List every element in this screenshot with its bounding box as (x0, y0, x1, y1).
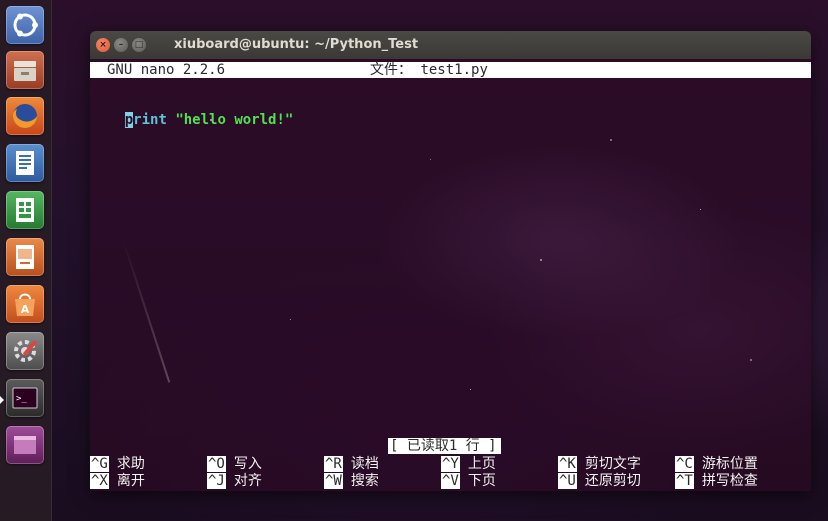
shortcut-key: ^G (90, 456, 109, 472)
svg-text:A: A (21, 303, 30, 316)
shortcut-item[interactable]: ^T 拼写检查 (675, 473, 758, 490)
firefox-icon[interactable] (6, 97, 44, 135)
shortcut-key: ^V (441, 473, 460, 489)
shortcut-label: 写入 (233, 456, 262, 472)
shortcut-key: ^O (207, 456, 226, 472)
shortcut-label: 还原剪切 (584, 473, 641, 489)
star (610, 139, 612, 141)
terminal-window: × – □ xiuboard@ubuntu: ~/Python_Test GNU… (90, 31, 811, 491)
shortcut-item[interactable]: ^X 离开 (90, 473, 145, 490)
shortcut-label: 游标位置 (701, 456, 758, 472)
code-line[interactable]: print "hello world!" (91, 96, 293, 128)
writer-icon[interactable] (6, 144, 44, 182)
calc-icon[interactable] (6, 191, 44, 229)
star (750, 359, 752, 361)
star (470, 389, 471, 390)
close-window-button[interactable]: × (96, 38, 110, 52)
shortcut-item[interactable]: ^C 游标位置 (675, 456, 758, 473)
shortcut-key: ^X (90, 473, 109, 489)
shortcut-key: ^C (675, 456, 694, 472)
shortcut-item[interactable]: ^V 下页 (441, 473, 496, 490)
file-name: test1.py (420, 62, 488, 78)
status-message: [ 已读取1 行 ] (388, 438, 501, 454)
file-label: 文件： (370, 62, 412, 78)
shortcut-label: 搜索 (350, 473, 379, 489)
maximize-window-button[interactable]: □ (132, 38, 146, 52)
shortcut-label: 剪切文字 (584, 456, 641, 472)
system-settings-icon[interactable] (6, 332, 44, 370)
star (290, 319, 291, 320)
close-icon: × (99, 40, 107, 50)
running-indicator (0, 396, 4, 404)
shortcut-label: 下页 (467, 473, 496, 489)
shortcut-item[interactable]: ^K 剪切文字 (558, 456, 641, 473)
star (700, 209, 701, 210)
svg-text:>_: >_ (16, 394, 27, 404)
shortcut-key: ^K (558, 456, 577, 472)
shortcut-label: 求助 (116, 456, 145, 472)
terminal-icon[interactable]: >_ (6, 379, 44, 417)
maximize-icon: □ (134, 40, 144, 50)
workspace-switcher-icon[interactable] (6, 426, 44, 464)
shortcut-item[interactable]: ^R 读档 (324, 456, 379, 473)
code-keyword: rint (133, 112, 167, 128)
star (540, 259, 542, 261)
shortcut-label: 拼写检查 (701, 473, 758, 489)
code-string: "hello world!" (175, 112, 294, 128)
nano-header-bar: GNU nano 2.2.6 文件： test1.py (90, 62, 811, 78)
shortcut-key: ^J (207, 473, 226, 489)
shortcut-label: 对齐 (233, 473, 262, 489)
shortcut-label: 离开 (116, 473, 145, 489)
unity-launcher: A >_ (0, 0, 52, 521)
text-cursor: p (124, 112, 134, 128)
window-titlebar[interactable]: × – □ xiuboard@ubuntu: ~/Python_Test (90, 31, 811, 59)
shortcut-item[interactable]: ^G 求助 (90, 456, 145, 473)
nano-version: GNU nano 2.2.6 (107, 62, 226, 78)
window-title: xiuboard@ubuntu: ~/Python_Test (174, 37, 419, 52)
impress-icon[interactable] (6, 238, 44, 276)
shortcut-key: ^W (324, 473, 343, 489)
minimize-window-button[interactable]: – (114, 38, 128, 52)
shortcut-key: ^Y (441, 456, 460, 472)
shortcut-label: 读档 (350, 456, 379, 472)
ubuntu-dash-icon[interactable] (6, 6, 44, 44)
shortcut-item[interactable]: ^Y 上页 (441, 456, 496, 473)
file-name-label: 文件： test1.py (370, 62, 488, 78)
software-center-icon[interactable]: A (6, 285, 44, 323)
shortcut-item[interactable]: ^O 写入 (207, 456, 262, 473)
star (430, 159, 431, 160)
shortcut-item[interactable]: ^J 对齐 (207, 473, 262, 490)
files-icon[interactable] (6, 51, 44, 89)
shortcut-key: ^T (675, 473, 694, 489)
shortcut-item[interactable]: ^U 还原剪切 (558, 473, 641, 490)
shortcut-item[interactable]: ^W 搜索 (324, 473, 379, 490)
shortcut-key: ^R (324, 456, 343, 472)
shortcut-key: ^U (558, 473, 577, 489)
shortcut-label: 上页 (467, 456, 496, 472)
minimize-icon: – (118, 40, 124, 50)
